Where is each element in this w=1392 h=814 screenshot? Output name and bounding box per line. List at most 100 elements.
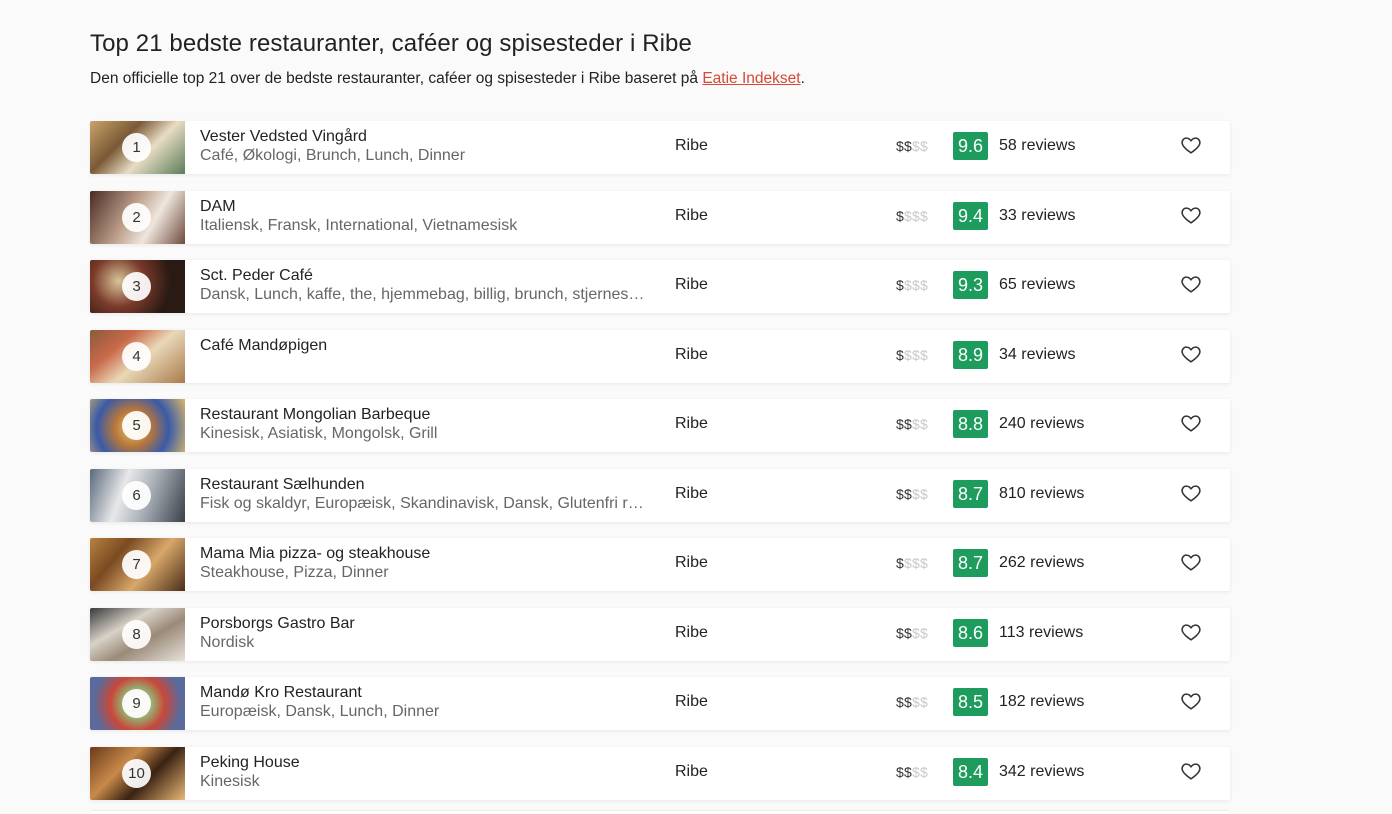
heart-icon[interactable]	[1180, 690, 1202, 712]
restaurant-photo[interactable]: 10	[90, 746, 185, 800]
review-count[interactable]: 810 reviews	[999, 485, 1084, 503]
restaurant-row[interactable]: 8 Porsborgs Gastro Bar Nordisk Ribe $$$$…	[90, 607, 1230, 661]
price-inactive: $$	[911, 138, 928, 154]
heart-icon[interactable]	[1180, 760, 1202, 782]
restaurant-city: Ribe	[675, 554, 708, 571]
price-active: $	[896, 555, 904, 571]
restaurant-tags: Europæisk, Dansk, Lunch, Dinner	[200, 703, 440, 720]
price-inactive: $$$	[904, 207, 928, 224]
review-count[interactable]: 182 reviews	[999, 693, 1084, 711]
review-count[interactable]: 34 reviews	[999, 346, 1075, 364]
restaurant-photo[interactable]: 1	[90, 121, 185, 174]
price-active: $$	[896, 694, 912, 710]
restaurant-row[interactable]: 5 Restaurant Mongolian Barbeque Kinesisk…	[90, 399, 1230, 452]
restaurant-tags: Café, Økologi, Brunch, Lunch, Dinner	[200, 147, 466, 164]
restaurant-tags: Fisk og skaldyr, Europæisk, Skandinavisk…	[200, 494, 644, 512]
heart-icon[interactable]	[1180, 343, 1202, 365]
score-badge: 8.6	[953, 618, 988, 647]
restaurant-city: Ribe	[675, 206, 708, 224]
restaurant-name[interactable]: Restaurant Mongolian Barbeque	[200, 406, 430, 424]
restaurant-photo[interactable]: 8	[90, 607, 185, 661]
restaurant-name[interactable]: Restaurant Sælhunden	[200, 476, 365, 494]
restaurant-row[interactable]: 6 Restaurant Sælhunden Fisk og skaldyr, …	[90, 468, 1230, 522]
heart-icon[interactable]	[1180, 204, 1202, 226]
restaurant-photo[interactable]: 9	[90, 677, 185, 730]
restaurant-name[interactable]: DAM	[200, 198, 236, 216]
score-badge: 9.6	[953, 132, 988, 160]
price-level: $$$$	[896, 486, 928, 502]
restaurant-name[interactable]: Mama Mia pizza- og steakhouse	[200, 545, 430, 563]
heart-icon[interactable]	[1180, 621, 1202, 643]
restaurant-tags: Steakhouse, Pizza, Dinner	[200, 564, 389, 581]
rank-badge: 2	[122, 202, 151, 232]
restaurant-name[interactable]: Café Mandøpigen	[200, 337, 327, 355]
price-inactive: $$$	[904, 555, 928, 571]
price-level: $$$$	[896, 277, 928, 293]
rank-badge: 7	[122, 550, 151, 579]
restaurant-row[interactable]: 3 Sct. Peder Café Dansk, Lunch, kaffe, t…	[90, 260, 1230, 313]
restaurant-photo[interactable]: 7	[90, 538, 185, 591]
restaurant-city: Ribe	[675, 484, 708, 502]
review-count[interactable]: 65 reviews	[999, 276, 1075, 294]
review-count[interactable]: 113 reviews	[999, 624, 1083, 642]
rank-badge: 5	[122, 411, 151, 440]
restaurant-city: Ribe	[675, 762, 708, 780]
price-inactive: $$$	[904, 277, 928, 293]
restaurant-city: Ribe	[675, 693, 708, 710]
eatie-index-link[interactable]: Eatie Indekset	[702, 70, 800, 87]
restaurant-tags: Kinesisk, Asiatisk, Mongolsk, Grill	[200, 425, 438, 442]
subtitle-suffix: .	[800, 70, 805, 87]
restaurant-photo[interactable]: 2	[90, 190, 185, 244]
restaurant-photo[interactable]: 6	[90, 468, 185, 522]
page: Top 21 bedste restauranter, caféer og sp…	[0, 0, 1392, 814]
price-level: $$$$	[896, 347, 928, 363]
restaurant-city: Ribe	[675, 623, 708, 641]
review-count[interactable]: 262 reviews	[999, 554, 1084, 572]
page-title: Top 21 bedste restauranter, caféer og sp…	[90, 30, 692, 57]
rank-badge: 4	[122, 341, 151, 371]
rank-badge: 6	[122, 480, 151, 510]
price-level: $$$$	[896, 625, 928, 641]
restaurant-row[interactable]: 2 DAM Italiensk, Fransk, International, …	[90, 190, 1230, 244]
heart-icon[interactable]	[1180, 551, 1202, 573]
score-badge: 9.4	[953, 201, 988, 230]
review-count[interactable]: 240 reviews	[999, 415, 1084, 433]
price-active: $$	[896, 485, 912, 502]
restaurant-name[interactable]: Vester Vedsted Vingård	[200, 128, 367, 146]
review-count[interactable]: 58 reviews	[999, 137, 1075, 155]
heart-icon[interactable]	[1180, 134, 1202, 156]
score-badge: 8.8	[953, 410, 988, 438]
restaurant-row[interactable]: 1 Vester Vedsted Vingård Café, Økologi, …	[90, 121, 1230, 174]
price-active: $$	[896, 624, 912, 641]
restaurant-name[interactable]: Peking House	[200, 754, 300, 772]
restaurant-row[interactable]: 9 Mandø Kro Restaurant Europæisk, Dansk,…	[90, 677, 1230, 730]
price-inactive: $$	[911, 694, 928, 710]
heart-icon[interactable]	[1180, 412, 1202, 434]
heart-icon[interactable]	[1180, 482, 1202, 504]
price-level: $$$$	[896, 555, 928, 571]
restaurant-photo[interactable]: 3	[90, 260, 185, 313]
restaurant-tags: Kinesisk	[200, 772, 260, 790]
restaurant-name[interactable]: Sct. Peder Café	[200, 267, 313, 285]
restaurant-tags: Dansk, Lunch, kaffe, the, hjemmebag, bil…	[200, 286, 645, 303]
restaurant-photo[interactable]: 4	[90, 329, 185, 383]
restaurant-row[interactable]: 10 Peking House Kinesisk Ribe $$$$ 8.4 3…	[90, 746, 1230, 800]
score-badge: 9.3	[953, 271, 988, 299]
score-badge: 8.5	[953, 688, 988, 716]
restaurant-name[interactable]: Porsborgs Gastro Bar	[200, 615, 355, 633]
price-active: $$	[896, 138, 912, 154]
heart-icon[interactable]	[1180, 273, 1202, 295]
price-inactive: $$	[911, 624, 928, 641]
restaurant-photo[interactable]: 5	[90, 399, 185, 452]
price-active: $$	[896, 763, 912, 780]
price-inactive: $$	[911, 416, 928, 432]
price-active: $$	[896, 416, 912, 432]
restaurant-tags: Nordisk	[200, 633, 255, 651]
review-count[interactable]: 342 reviews	[999, 763, 1084, 781]
subtitle-text: Den officielle top 21 over de bedste res…	[90, 70, 703, 87]
restaurant-row[interactable]: 4 Café Mandøpigen Ribe $$$$ 8.9 34 revie…	[90, 329, 1230, 383]
restaurant-city: Ribe	[675, 415, 708, 432]
review-count[interactable]: 33 reviews	[999, 207, 1075, 225]
restaurant-name[interactable]: Mandø Kro Restaurant	[200, 684, 362, 702]
restaurant-row[interactable]: 7 Mama Mia pizza- og steakhouse Steakhou…	[90, 538, 1230, 591]
